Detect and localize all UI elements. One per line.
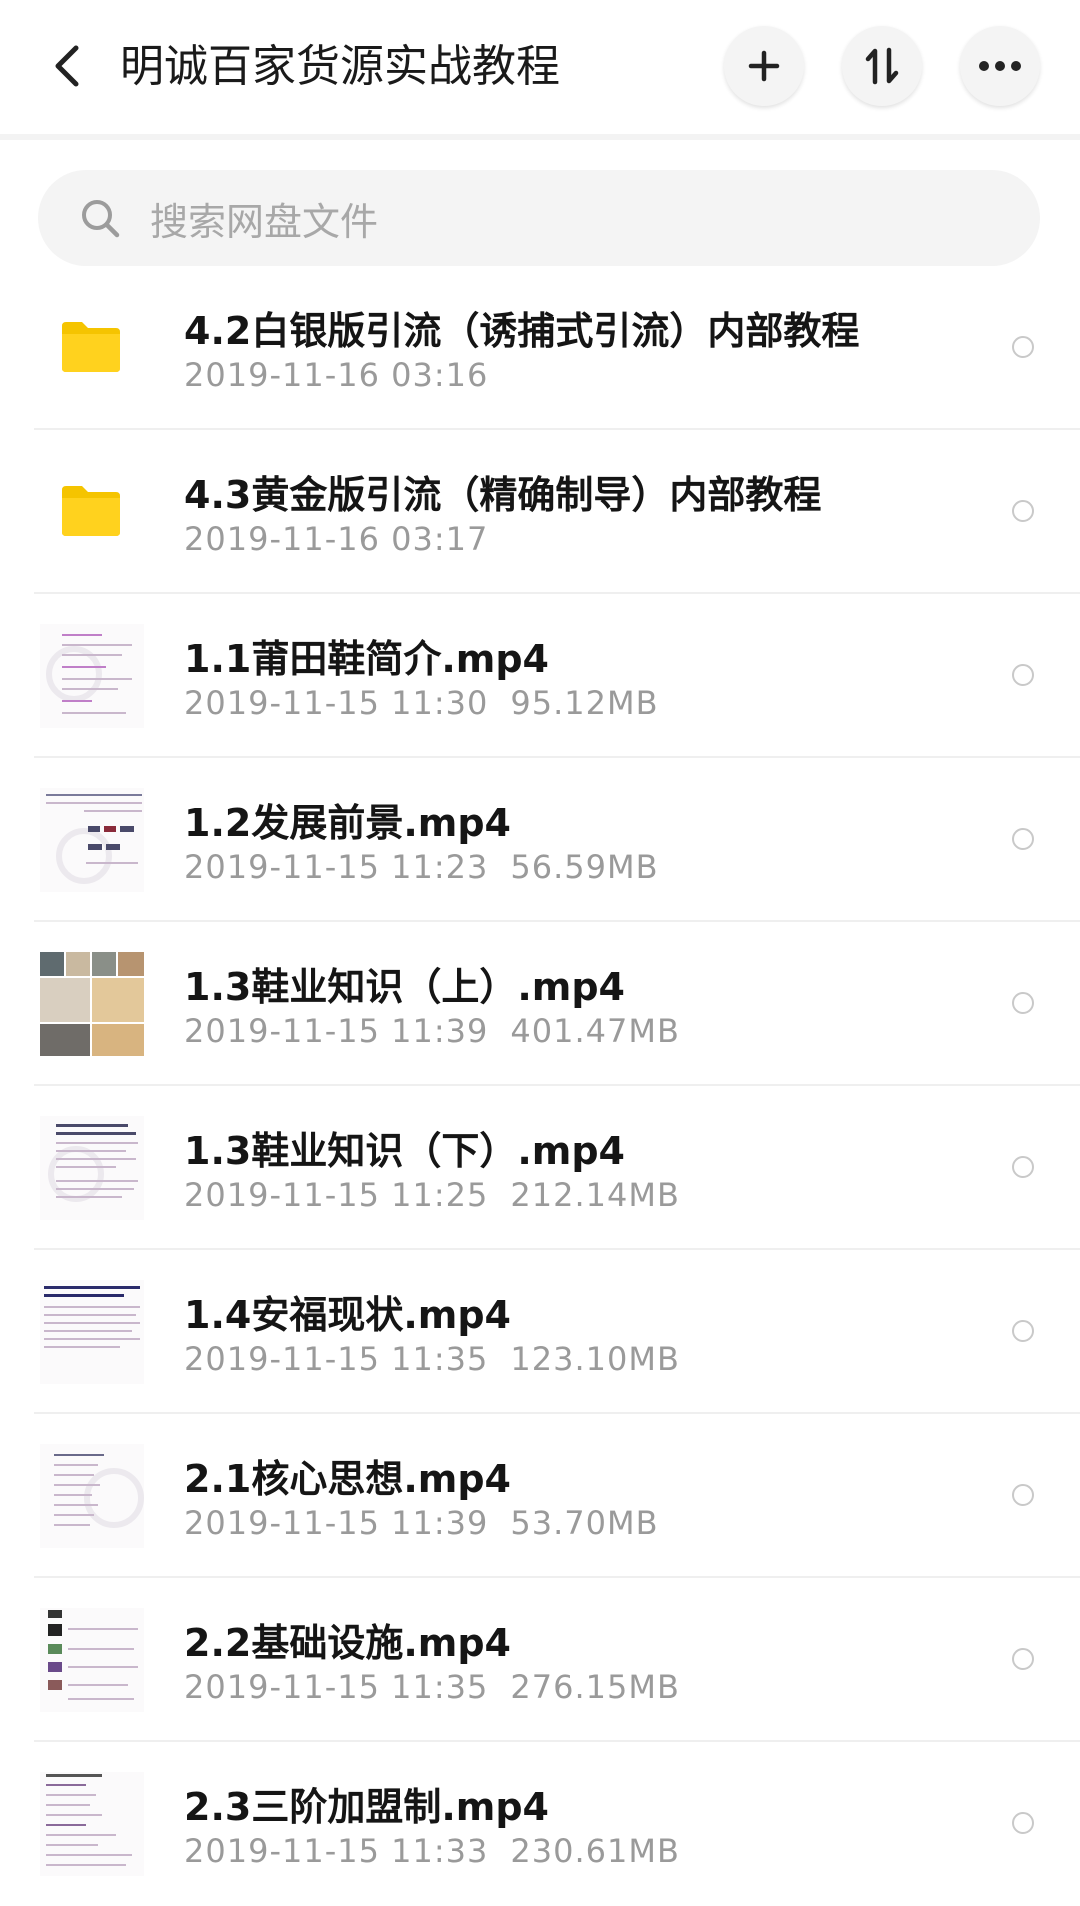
sort-arrows-icon (865, 47, 899, 85)
list-item[interactable]: 1.4安福现状.mp4 2019-11-15 11:35 123.10MB (0, 1250, 1080, 1414)
search-placeholder: 搜索网盘文件 (150, 199, 379, 244)
back-button[interactable] (38, 36, 94, 96)
video-thumbnail (40, 1280, 144, 1384)
add-button[interactable] (724, 26, 804, 106)
video-thumbnail (40, 1608, 144, 1712)
file-name: 2.1核心思想.mp4 (184, 1457, 511, 1501)
chevron-left-icon (55, 45, 79, 87)
top-bar: 明诚百家货源实战教程 (0, 0, 1080, 140)
list-item[interactable]: 1.1莆田鞋简介.mp4 2019-11-15 11:30 95.12MB (0, 594, 1080, 758)
file-name: 1.3鞋业知识（下）.mp4 (184, 1129, 625, 1173)
video-thumbnail (40, 1116, 144, 1220)
file-name: 4.3黄金版引流（精确制导）内部教程 (184, 473, 822, 517)
file-meta: 2019-11-15 11:23 56.59MB (184, 848, 659, 886)
file-date: 2019-11-15 11:33 (184, 1832, 489, 1870)
file-meta: 2019-11-15 11:39 53.70MB (184, 1504, 659, 1542)
select-checkbox[interactable] (1012, 664, 1034, 686)
sort-button[interactable] (842, 26, 922, 106)
select-checkbox[interactable] (1012, 992, 1034, 1014)
file-date: 2019-11-15 11:30 (184, 684, 489, 722)
select-checkbox[interactable] (1012, 1812, 1034, 1834)
list-item[interactable]: 2.2基础设施.mp4 2019-11-15 11:35 276.15MB (0, 1578, 1080, 1742)
file-size: 53.70MB (510, 1504, 659, 1542)
select-checkbox[interactable] (1012, 1156, 1034, 1178)
list-item[interactable]: 1.2发展前景.mp4 2019-11-15 11:23 56.59MB (0, 758, 1080, 922)
plus-icon (748, 50, 780, 82)
folder-icon (62, 322, 120, 372)
file-date: 2019-11-16 03:17 (184, 520, 489, 558)
file-meta: 2019-11-16 03:16 (184, 356, 488, 394)
file-meta: 2019-11-16 03:17 (184, 520, 488, 558)
file-size: 276.15MB (510, 1668, 680, 1706)
file-meta: 2019-11-15 11:39 401.47MB (184, 1012, 680, 1050)
file-size: 56.59MB (510, 848, 659, 886)
select-checkbox[interactable] (1012, 500, 1034, 522)
select-checkbox[interactable] (1012, 1648, 1034, 1670)
file-date: 2019-11-15 11:23 (184, 848, 489, 886)
file-name: 2.2基础设施.mp4 (184, 1621, 511, 1665)
file-date: 2019-11-15 11:35 (184, 1668, 489, 1706)
file-name: 1.1莆田鞋简介.mp4 (184, 637, 549, 681)
more-dots-icon (979, 61, 1021, 71)
video-thumbnail (40, 788, 144, 892)
video-thumbnail (40, 952, 144, 1056)
file-date: 2019-11-15 11:25 (184, 1176, 489, 1214)
list-item[interactable]: 4.2白银版引流（诱捕式引流）内部教程 2019-11-16 03:16 (0, 266, 1080, 430)
file-size: 212.14MB (510, 1176, 680, 1214)
video-thumbnail (40, 1772, 144, 1876)
list-item[interactable]: 1.3鞋业知识（上）.mp4 2019-11-15 11:39 401.47MB (0, 922, 1080, 1086)
file-name: 1.3鞋业知识（上）.mp4 (184, 965, 625, 1009)
file-name: 1.4安福现状.mp4 (184, 1293, 511, 1337)
file-date: 2019-11-15 11:39 (184, 1012, 489, 1050)
select-checkbox[interactable] (1012, 828, 1034, 850)
search-input[interactable]: 搜索网盘文件 (38, 170, 1040, 266)
more-button[interactable] (960, 26, 1040, 106)
file-size: 230.61MB (510, 1832, 680, 1870)
page-title: 明诚百家货源实战教程 (120, 41, 560, 92)
file-list: 4.2白银版引流（诱捕式引流）内部教程 2019-11-16 03:16 4.3… (0, 266, 1080, 1906)
file-meta: 2019-11-15 11:30 95.12MB (184, 684, 659, 722)
list-item[interactable]: 1.3鞋业知识（下）.mp4 2019-11-15 11:25 212.14MB (0, 1086, 1080, 1250)
list-item[interactable]: 2.1核心思想.mp4 2019-11-15 11:39 53.70MB (0, 1414, 1080, 1578)
video-thumbnail (40, 1444, 144, 1548)
file-size: 95.12MB (510, 684, 659, 722)
folder-icon (62, 486, 120, 536)
file-meta: 2019-11-15 11:35 123.10MB (184, 1340, 680, 1378)
list-item[interactable]: 2.3三阶加盟制.mp4 2019-11-15 11:33 230.61MB (0, 1742, 1080, 1906)
file-size: 123.10MB (510, 1340, 680, 1378)
file-meta: 2019-11-15 11:35 276.15MB (184, 1668, 680, 1706)
file-meta: 2019-11-15 11:33 230.61MB (184, 1832, 680, 1870)
select-checkbox[interactable] (1012, 336, 1034, 358)
list-item[interactable]: 4.3黄金版引流（精确制导）内部教程 2019-11-16 03:17 (0, 430, 1080, 594)
file-size: 401.47MB (510, 1012, 680, 1050)
search-icon (78, 196, 122, 240)
select-checkbox[interactable] (1012, 1320, 1034, 1342)
file-date: 2019-11-15 11:35 (184, 1340, 489, 1378)
file-meta: 2019-11-15 11:25 212.14MB (184, 1176, 680, 1214)
file-date: 2019-11-16 03:16 (184, 356, 489, 394)
file-name: 4.2白银版引流（诱捕式引流）内部教程 (184, 309, 860, 353)
select-checkbox[interactable] (1012, 1484, 1034, 1506)
file-name: 1.2发展前景.mp4 (184, 801, 511, 845)
file-name: 2.3三阶加盟制.mp4 (184, 1785, 549, 1829)
file-date: 2019-11-15 11:39 (184, 1504, 489, 1542)
video-thumbnail (40, 624, 144, 728)
